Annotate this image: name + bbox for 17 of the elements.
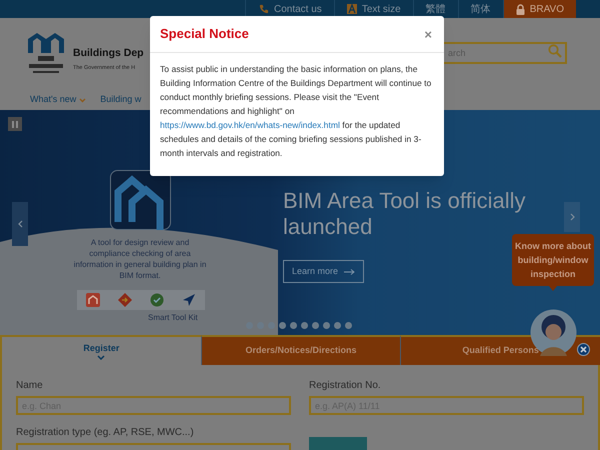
login-button[interactable]: BRAVO	[502, 0, 576, 18]
inspection-bubble[interactable]: Know more about building/window inspection	[512, 234, 594, 286]
notice-link[interactable]: https://www.bd.gov.hk/en/whats-new/index.html	[160, 120, 340, 130]
nav-item[interactable]: Building w	[100, 93, 142, 107]
tab[interactable]: Register	[0, 335, 201, 365]
nav-item[interactable]: What's new	[30, 93, 86, 107]
field-label: Registration No.	[309, 379, 382, 393]
tab[interactable]: Orders/Notices/Directions	[200, 335, 400, 365]
dialog-title: Special Notice	[160, 25, 249, 44]
close-button[interactable]: ×	[424, 28, 432, 40]
field-label: Registration type (eg. AP, RSE, MWC...)	[16, 426, 195, 440]
toolkit-label: Smart Tool Kit	[148, 312, 198, 324]
department-name: Buildings Dep	[73, 46, 144, 60]
learn-more-button[interactable]: Learn more	[283, 260, 364, 283]
hero-caption: A tool for design review and compliance checking of area information in general building plan in BIM format.	[72, 237, 208, 281]
field-label: Name	[16, 379, 44, 393]
notice-text: To assist public in understanding the basic information on plans, the Building Information Centre of the Buildings Department will continue to conduct monthly briefing sessions. Please visit the "Event recommendations and highlight" on https://www.bd.gov.hk/en/whats-new/index.html for the updated schedules and details of the coming briefing sessions published in 3-month intervals and registration.	[160, 63, 432, 160]
